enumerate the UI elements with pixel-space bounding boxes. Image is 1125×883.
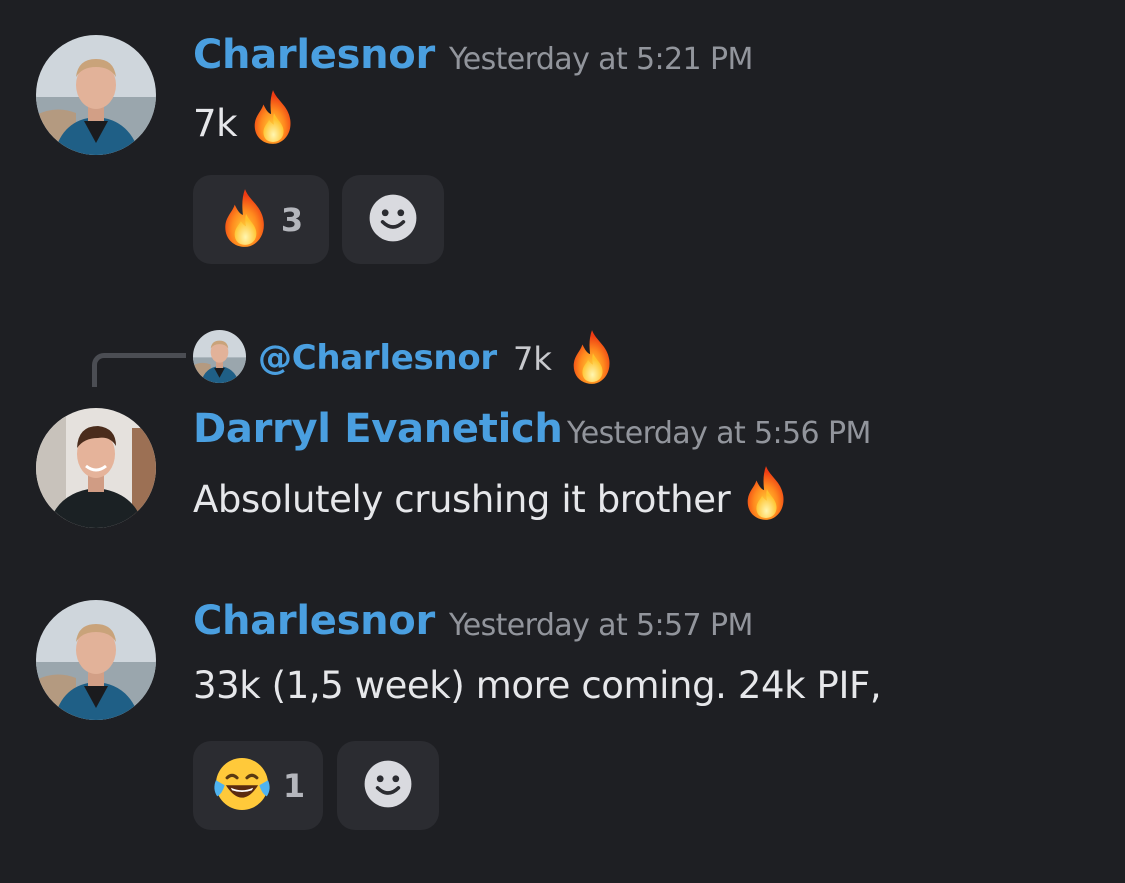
fire-emoji bbox=[249, 88, 297, 155]
message-text-value: 33k (1,5 week) more coming. 24k PIF, bbox=[193, 664, 882, 707]
add-reaction-button[interactable] bbox=[342, 175, 444, 264]
reply-mention[interactable]: @Charlesnor bbox=[258, 338, 497, 378]
reply-connector bbox=[92, 353, 186, 387]
fire-emoji bbox=[219, 187, 271, 253]
author-name[interactable]: Darryl Evanetich bbox=[193, 406, 563, 452]
reply-preview-text[interactable]: 7k bbox=[513, 340, 552, 378]
author-name[interactable]: Charlesnor bbox=[193, 598, 435, 644]
fire-emoji bbox=[568, 328, 616, 390]
message-text: 33k (1,5 week) more coming. 24k PIF, bbox=[193, 664, 882, 707]
timestamp: Yesterday at 5:57 PM bbox=[449, 608, 753, 643]
smiley-add-reaction-icon bbox=[362, 758, 414, 814]
smiley-add-reaction-icon bbox=[367, 192, 419, 248]
reaction-fire[interactable]: 3 bbox=[193, 175, 329, 264]
timestamp: Yesterday at 5:56 PM bbox=[567, 416, 871, 451]
reaction-tears-of-joy[interactable]: 1 bbox=[193, 741, 323, 830]
timestamp: Yesterday at 5:21 PM bbox=[449, 42, 753, 77]
avatar[interactable] bbox=[36, 408, 156, 528]
message-text-value: 7k bbox=[193, 102, 238, 145]
message-text: 7k bbox=[193, 96, 297, 155]
avatar[interactable] bbox=[36, 600, 156, 720]
message-text-value: Absolutely crushing it brother bbox=[193, 478, 731, 521]
author-name[interactable]: Charlesnor bbox=[193, 32, 435, 78]
fire-emoji bbox=[742, 464, 790, 531]
reaction-count: 1 bbox=[282, 766, 306, 805]
message-text: Absolutely crushing it brother bbox=[193, 472, 790, 531]
reaction-count: 3 bbox=[280, 200, 304, 239]
add-reaction-button[interactable] bbox=[337, 741, 439, 830]
avatar[interactable] bbox=[36, 35, 156, 155]
reply-avatar[interactable] bbox=[193, 330, 246, 383]
tears-of-joy-emoji bbox=[211, 753, 273, 819]
